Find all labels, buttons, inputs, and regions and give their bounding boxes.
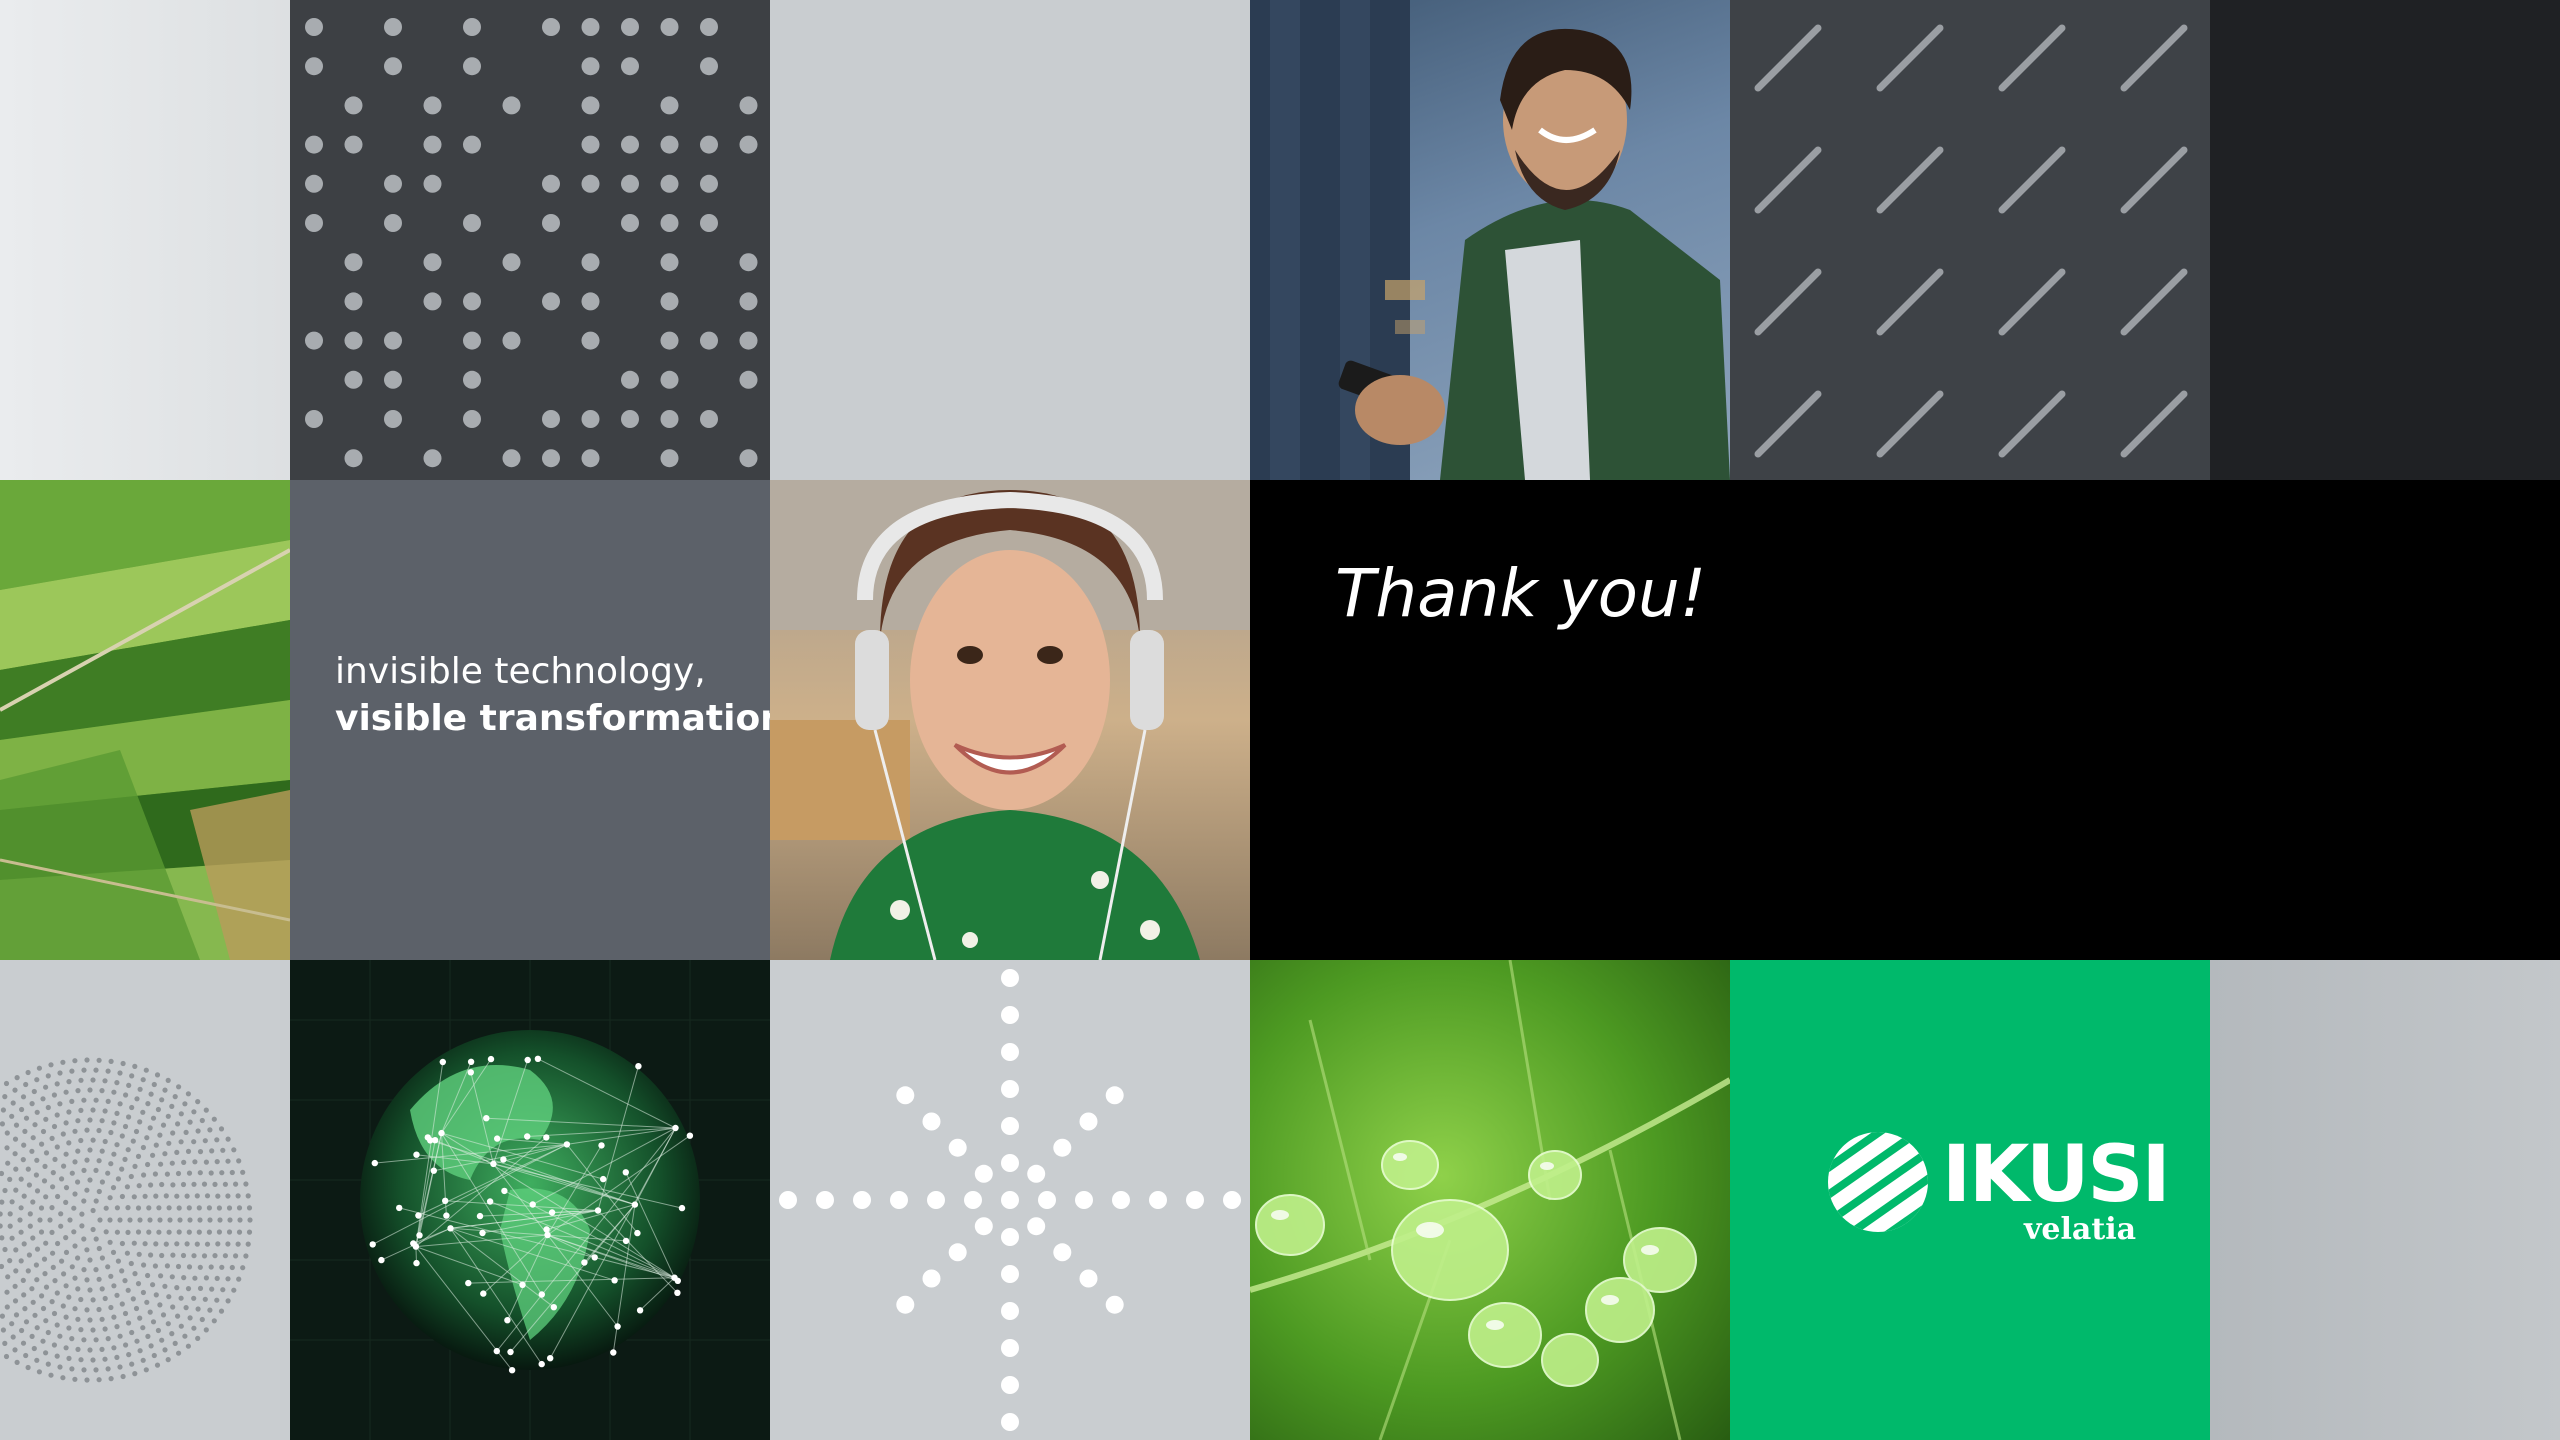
thank-you-slide: invisible technology, visible transforma… xyxy=(0,0,2560,1440)
man-smiling-with-phone-image xyxy=(1250,0,1730,480)
tagline-line2: visible transformation xyxy=(335,698,786,739)
tagline: invisible technology, visible transforma… xyxy=(335,648,786,742)
network-globe-image xyxy=(290,960,770,1440)
dot-grid-pattern xyxy=(305,18,758,468)
slash-pattern-tile xyxy=(1730,0,2210,480)
ikusi-logo-wordmark: IKUSI xyxy=(1942,1130,2171,1220)
globe-photo xyxy=(290,960,770,1440)
velatia-logo-subtext: velatia xyxy=(2024,1212,2137,1247)
silver-tile xyxy=(2210,960,2560,1440)
dot-pattern-tile xyxy=(290,0,770,480)
thank-you-text: Thank you! xyxy=(1335,555,1707,632)
gray-tile xyxy=(770,0,1250,480)
dark-tile xyxy=(2210,0,2560,480)
starburst-tile xyxy=(770,960,1250,1440)
water-drops-on-leaf-image xyxy=(1250,960,1730,1440)
slash-grid-pattern xyxy=(1754,24,2188,458)
woman-photo xyxy=(770,480,1250,960)
starburst-pattern xyxy=(779,969,1241,1431)
fields-photo xyxy=(0,480,290,960)
tagline-line1: invisible technology, xyxy=(335,651,706,692)
leaf-photo xyxy=(1250,960,1730,1440)
thank-you-panel xyxy=(1250,480,2560,960)
man-photo xyxy=(1250,0,1730,480)
halftone-tile xyxy=(0,960,290,1440)
aerial-green-fields-image xyxy=(0,480,290,960)
woman-with-headphones-image xyxy=(770,480,1250,960)
light-gray-tile xyxy=(0,0,290,480)
halftone-circle-pattern xyxy=(0,1057,253,1383)
